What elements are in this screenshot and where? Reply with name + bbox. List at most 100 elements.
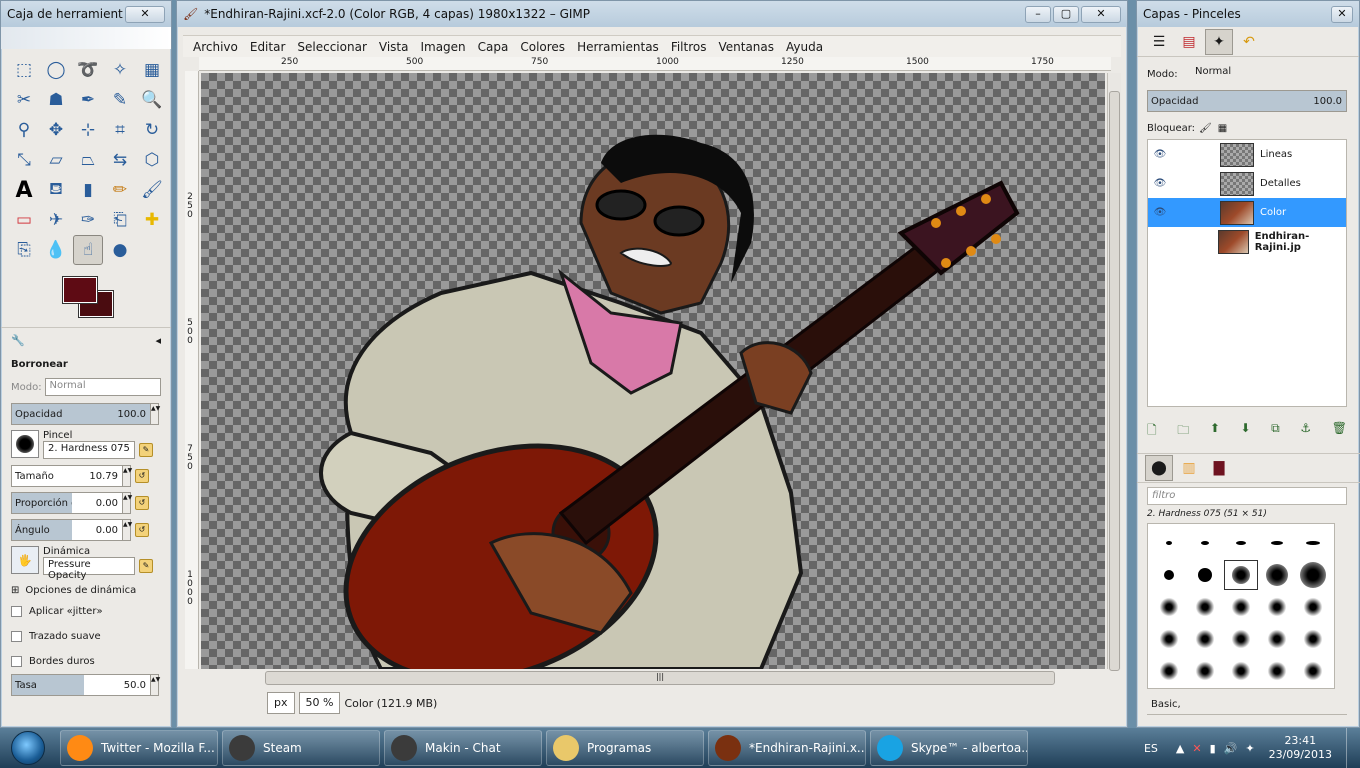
visibility-eye-icon[interactable]: 👁 <box>1148 149 1172 160</box>
layer-row[interactable]: 👁 Lineas <box>1148 140 1346 169</box>
menu-7[interactable]: Herramientas <box>577 40 659 54</box>
layer-row[interactable]: Endhiran-Rajini.jp <box>1148 227 1346 256</box>
brush-cell[interactable] <box>1224 656 1258 686</box>
menu-6[interactable]: Colores <box>520 40 565 54</box>
toolbox-titlebar[interactable]: Caja de herramientas - O... ✕ <box>1 1 171 27</box>
clone-icon[interactable]: ⎗ <box>105 205 135 235</box>
menu-0[interactable]: Archivo <box>193 40 238 54</box>
measure-icon[interactable]: ⚲ <box>9 115 39 145</box>
align-icon[interactable]: ⊹ <box>73 115 103 145</box>
brush-cell[interactable] <box>1152 656 1186 686</box>
reset-aspect-icon[interactable]: ↺ <box>135 496 149 510</box>
brush-cell[interactable] <box>1296 624 1330 654</box>
spin-arrows[interactable]: ▲▼ <box>150 404 160 424</box>
taskbar-item[interactable]: *Endhiran-Rajini.x... <box>708 730 866 766</box>
vertical-scroll-thumb[interactable] <box>1109 91 1120 671</box>
cage-icon[interactable]: ⬡ <box>137 145 167 175</box>
rect-select-icon[interactable]: ⬚ <box>9 55 39 85</box>
dynamics-options-expander[interactable]: ⊞ Opciones de dinámica <box>11 581 161 599</box>
opacity-spinner[interactable]: Opacidad 100.0 ▲▼ <box>11 403 160 425</box>
close-button[interactable]: ✕ <box>1331 5 1353 23</box>
brush-cell[interactable] <box>1260 528 1294 558</box>
tab-gradients-icon[interactable]: ▇ <box>1205 455 1233 481</box>
perspective-clone-icon[interactable]: ⎘ <box>9 235 39 265</box>
delete-layer-icon[interactable]: 🗑 <box>1332 421 1347 439</box>
edit-brush-icon[interactable]: ✎ <box>139 443 153 457</box>
tab-paths-icon[interactable]: ✦ <box>1205 28 1233 55</box>
tab-undo-icon[interactable]: ↶ <box>1235 29 1263 55</box>
lock-pixels-icon[interactable]: 🖌 <box>1199 123 1212 134</box>
tab-channels-icon[interactable]: ▤ <box>1175 29 1203 55</box>
zoom-select[interactable]: 50 % <box>298 692 341 714</box>
lower-layer-icon[interactable]: ⬇ <box>1241 421 1251 439</box>
brush-field[interactable]: 2. Hardness 075 <box>43 441 135 459</box>
brush-preset-select[interactable]: Basic, <box>1147 697 1347 715</box>
image-titlebar[interactable]: 🖌 *Endhiran-Rajini.xcf-2.0 (Color RGB, 4… <box>177 1 1127 27</box>
taskbar-item[interactable]: Skype™ - albertoa... <box>870 730 1028 766</box>
tab-layers-icon[interactable]: ☰ <box>1145 29 1173 55</box>
language-indicator[interactable]: ES <box>1144 742 1158 755</box>
taskbar-item[interactable]: Steam <box>222 730 380 766</box>
bucket-fill-icon[interactable]: ⛾ <box>41 175 71 205</box>
scale-icon[interactable]: ⤡ <box>9 145 39 175</box>
color-picker-icon[interactable]: ✎ <box>105 85 135 115</box>
brush-cell[interactable] <box>1260 560 1294 590</box>
dodge-burn-icon[interactable]: ● <box>105 235 135 265</box>
horizontal-scrollbar[interactable]: ||| <box>265 671 1055 685</box>
tab-brushes-icon[interactable]: ⬤ <box>1145 455 1173 481</box>
brush-cell[interactable] <box>1188 592 1222 622</box>
aspect-spinner[interactable]: Proporción de as... 0.00 ▲▼ <box>11 492 132 514</box>
menu-3[interactable]: Vista <box>379 40 409 54</box>
vertical-scrollbar[interactable] <box>1107 73 1121 671</box>
brush-cell[interactable] <box>1152 592 1186 622</box>
brush-cell[interactable] <box>1224 624 1258 654</box>
volume-icon[interactable]: 🔊 <box>1224 742 1238 755</box>
brush-cell[interactable] <box>1224 592 1258 622</box>
layer-row[interactable]: 👁 Color <box>1148 198 1346 227</box>
show-hidden-icons-icon[interactable]: ▲ <box>1176 742 1184 755</box>
size-spinner[interactable]: Tamaño 10.79 ▲▼ <box>11 465 132 487</box>
flip-icon[interactable]: ⇆ <box>105 145 135 175</box>
layers-titlebar[interactable]: Capas - Pinceles ✕ <box>1137 1 1359 27</box>
angle-spinner[interactable]: Ángulo 0.00 ▲▼ <box>11 519 132 541</box>
raise-layer-icon[interactable]: ⬆ <box>1210 421 1220 439</box>
lasso-icon[interactable]: ➰ <box>73 55 103 85</box>
brush-grid[interactable] <box>1147 523 1335 689</box>
brush-cell[interactable] <box>1188 560 1222 590</box>
new-group-icon[interactable]: 🗀 <box>1177 421 1189 439</box>
vertical-ruler[interactable]: 250 500 750 1000 <box>185 71 199 669</box>
rate-spinner[interactable]: Tasa 50.0 ▲▼ <box>11 674 160 696</box>
clock[interactable]: 23:41 23/09/2013 <box>1269 734 1332 762</box>
signal-icon[interactable]: ▮ <box>1210 742 1216 755</box>
brush-cell[interactable] <box>1224 528 1258 558</box>
menu-2[interactable]: Seleccionar <box>297 40 366 54</box>
text-icon[interactable]: A <box>9 175 39 205</box>
brush-cell[interactable] <box>1224 560 1258 590</box>
close-button[interactable]: ✕ <box>1081 5 1121 23</box>
brush-cell[interactable] <box>1296 528 1330 558</box>
smooth-checkbox[interactable]: Trazado suave <box>11 624 161 649</box>
unit-select[interactable]: px <box>267 692 295 714</box>
taskbar-item[interactable]: Makin - Chat <box>384 730 542 766</box>
eraser-icon[interactable]: ▭ <box>9 205 39 235</box>
blend-icon[interactable]: ▮ <box>73 175 103 205</box>
ellipse-select-icon[interactable]: ◯ <box>41 55 71 85</box>
tab-patterns-icon[interactable]: ▥ <box>1175 455 1203 481</box>
mode-select[interactable]: Normal <box>44 378 161 396</box>
menu-5[interactable]: Capa <box>478 40 509 54</box>
airbrush-icon[interactable]: ✈ <box>41 205 71 235</box>
brush-cell[interactable] <box>1260 656 1294 686</box>
heal-icon[interactable]: ✚ <box>137 205 167 235</box>
crop-icon[interactable]: ⌗ <box>105 115 135 145</box>
dropbox-icon[interactable]: ✦ <box>1245 742 1254 755</box>
scissors-icon[interactable]: ✂ <box>9 85 39 115</box>
tool-options-tab-icon[interactable]: 🔧 <box>11 334 25 347</box>
reset-size-icon[interactable]: ↺ <box>135 469 149 483</box>
foreground-color[interactable] <box>62 276 98 304</box>
edit-dynamics-icon[interactable]: ✎ <box>139 559 153 573</box>
pencil-icon[interactable]: ✏ <box>105 175 135 205</box>
layer-opacity-spinner[interactable]: Opacidad 100.0 <box>1147 90 1347 112</box>
close-button[interactable]: ✕ <box>125 5 165 23</box>
brush-cell[interactable] <box>1260 624 1294 654</box>
maximize-button[interactable]: ▢ <box>1053 5 1079 23</box>
